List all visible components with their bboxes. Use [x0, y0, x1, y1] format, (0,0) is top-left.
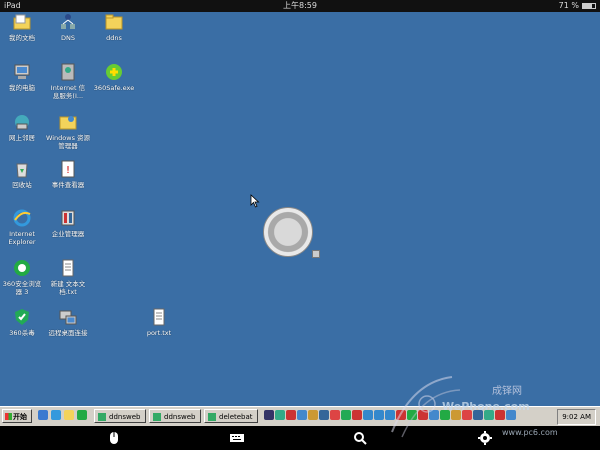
browser-quicklaunch-icon[interactable]: [77, 410, 87, 420]
ie-quicklaunch-icon[interactable]: [51, 410, 61, 420]
iis-icon: [61, 63, 75, 81]
app-icon: [153, 413, 161, 421]
zoom-icon[interactable]: [352, 430, 368, 446]
start-button[interactable]: 开始: [2, 409, 32, 423]
360safe-icon: [106, 64, 122, 80]
remote-desktop-icon: [59, 310, 77, 325]
watermark-brand: WePhone.com: [442, 400, 530, 413]
task-label: ddnsweb: [109, 413, 141, 421]
network-icon: [61, 14, 75, 29]
desktop-icon-label: ddns: [106, 34, 122, 42]
battery-percent: 71 %: [558, 1, 579, 10]
text-file-icon: [153, 308, 165, 326]
joystick-resize-handle[interactable]: [312, 250, 320, 258]
desktop-icon-remote-desktop[interactable]: 远程桌面连接: [36, 307, 100, 337]
watermark: 成铎网 WePhone.com www.pc6.com: [382, 372, 600, 442]
desktop-icon-label: 事件查看器: [51, 181, 85, 189]
virtual-joystick[interactable]: [263, 207, 313, 257]
svg-text:!: !: [66, 165, 70, 176]
desktop-icon-enterprise-manager[interactable]: 企业管理器: [36, 208, 100, 238]
tray-icon[interactable]: [363, 410, 373, 420]
folder-doc-icon: [13, 14, 31, 30]
task-label: deletebat: [219, 413, 253, 421]
keyboard-icon[interactable]: [229, 430, 245, 446]
taskbar-button-ddnsweb[interactable]: ddnsweb: [94, 409, 146, 423]
recycle-bin-icon: [16, 163, 28, 178]
app-icon: [208, 413, 216, 421]
tray-icon[interactable]: [286, 410, 296, 420]
text-file-icon: [62, 259, 74, 277]
desktop-icon-event-viewer[interactable]: ! 事件查看器: [36, 159, 100, 189]
desktop-icon-new-text[interactable]: 新建 文本文 档.txt: [36, 258, 100, 296]
mouse-cursor-icon: [250, 194, 260, 208]
start-label: 开始: [13, 413, 27, 421]
folder-icon: [105, 14, 123, 30]
desktop-icon-360safe-exe[interactable]: 360Safe.exe: [82, 62, 146, 92]
battery-indicator: 71 %: [559, 0, 596, 12]
explorer-icon: [59, 116, 77, 130]
tray-icon[interactable]: [319, 410, 329, 420]
tray-icon[interactable]: [330, 410, 340, 420]
event-viewer-icon: !: [61, 160, 75, 178]
desktop-icon-label: 360Safe.exe: [93, 84, 135, 92]
tray-icon[interactable]: [341, 410, 351, 420]
computer-icon: [14, 64, 30, 79]
remote-desktop-area[interactable]: 我的文档 DNS ddns 我的电脑 Internet 信 息服务(I... 3…: [0, 12, 600, 406]
tray-icon[interactable]: [297, 410, 307, 420]
app-icon: [98, 413, 106, 421]
watermark-url: www.pc6.com: [502, 428, 558, 437]
desktop-icon-port-txt[interactable]: port.txt: [127, 307, 191, 337]
desktop-icon-ddns[interactable]: ddns: [82, 12, 146, 42]
desktop-icon-label: 新建 文本文 档.txt: [50, 280, 86, 296]
desktop-icon-label: 远程桌面连接: [48, 329, 88, 337]
task-label: ddnsweb: [164, 413, 196, 421]
desktop-icon-label: 企业管理器: [51, 230, 85, 238]
explorer-quicklaunch-icon[interactable]: [64, 410, 74, 420]
taskbar-button-ddnsweb-2[interactable]: ddnsweb: [149, 409, 201, 423]
360-antivirus-icon: [15, 309, 29, 325]
desktop-icon-label: port.txt: [146, 329, 172, 337]
status-time: 上午8:59: [283, 1, 317, 10]
desktop-icon-windows-explorer[interactable]: Windows 资源 管理器: [36, 112, 100, 150]
tray-icon[interactable]: [308, 410, 318, 420]
tray-icon[interactable]: [264, 410, 274, 420]
ipad-status-bar: iPad 上午8:59 71 %: [0, 0, 600, 12]
enterprise-manager-icon: [61, 210, 75, 226]
show-desktop-icon[interactable]: [38, 410, 48, 420]
ie-icon: [13, 209, 31, 227]
watermark-site: 成铎网: [492, 386, 522, 397]
mouse-icon[interactable]: [106, 430, 122, 446]
windows-logo-icon: [5, 413, 12, 420]
tray-icon[interactable]: [275, 410, 285, 420]
battery-icon: [582, 3, 596, 9]
network-places-icon: [15, 115, 29, 130]
desktop-icon-label: Windows 资源 管理器: [45, 134, 91, 150]
taskbar-button-deletebat[interactable]: deletebat: [204, 409, 258, 423]
tray-icon[interactable]: [352, 410, 362, 420]
360-browser-icon: [14, 260, 30, 276]
